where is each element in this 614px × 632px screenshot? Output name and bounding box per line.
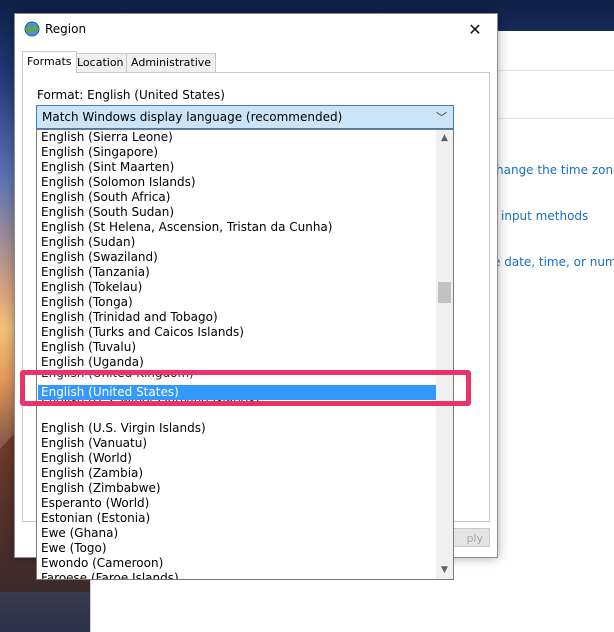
list-item[interactable]: English (Sierra Leone) xyxy=(38,130,436,145)
highlight-annotation xyxy=(20,370,471,406)
close-icon: ✕ xyxy=(468,19,482,39)
tab-formats[interactable]: Formats xyxy=(22,51,77,74)
scroll-up-icon[interactable]: ▲ xyxy=(436,130,453,147)
list-item[interactable]: English (Turks and Caicos Islands) xyxy=(38,325,436,340)
list-item[interactable]: English (Singapore) xyxy=(38,145,436,160)
date-time-number-link[interactable]: e date, time, or numbe xyxy=(493,255,614,269)
format-dropdown-list[interactable]: English (Sierra Leone) English (Singapore… xyxy=(36,129,454,580)
list-item[interactable]: English (Solomon Islands) xyxy=(38,175,436,190)
format-combobox-value: Match Windows display language (recommen… xyxy=(42,110,343,124)
list-item[interactable]: English (Swaziland) xyxy=(38,250,436,265)
input-methods-link[interactable]: input methods xyxy=(501,209,588,223)
list-item[interactable]: English (Trinidad and Tobago) xyxy=(38,310,436,325)
change-time-zone-link[interactable]: hange the time zone xyxy=(496,163,614,177)
tab-administrative[interactable]: Administrative xyxy=(126,53,217,73)
control-panel-divider xyxy=(498,70,614,71)
list-item[interactable]: English (Uganda) xyxy=(38,355,436,370)
close-button[interactable]: ✕ xyxy=(453,14,497,44)
list-item[interactable]: English (South Sudan) xyxy=(38,205,436,220)
list-item[interactable]: English (Tuvalu) xyxy=(38,340,436,355)
list-item[interactable]: English (Vanuatu) xyxy=(38,436,436,451)
list-item[interactable]: English (Sudan) xyxy=(38,235,436,250)
chevron-down-icon[interactable]: ﹀ xyxy=(436,109,447,125)
dialog-title: Region xyxy=(45,22,87,36)
list-item[interactable]: Ewe (Ghana) xyxy=(38,526,436,541)
list-item[interactable]: English (Tokelau) xyxy=(38,280,436,295)
format-label: Format: English (United States) xyxy=(37,88,225,102)
format-combobox[interactable]: Match Windows display language (recommen… xyxy=(36,105,454,129)
globe-icon xyxy=(24,21,40,37)
scroll-down-icon[interactable]: ▼ xyxy=(436,562,453,579)
title-bar[interactable]: Region ✕ xyxy=(15,14,497,45)
list-item[interactable]: Ewondo (Cameroon) xyxy=(38,556,436,571)
list-item[interactable]: English (Zambia) xyxy=(38,466,436,481)
control-panel-divider xyxy=(498,118,614,119)
list-item[interactable]: Esperanto (World) xyxy=(38,496,436,511)
list-item[interactable]: Ewe (Togo) xyxy=(38,541,436,556)
list-item[interactable]: English (World) xyxy=(38,451,436,466)
list-item[interactable]: English (South Africa) xyxy=(38,190,436,205)
list-item[interactable]: English (St Helena, Ascension, Tristan d… xyxy=(38,220,436,235)
list-item[interactable]: English (U.S. Virgin Islands) xyxy=(38,421,436,436)
scrollbar[interactable]: ▲ ▼ xyxy=(436,130,453,579)
list-item[interactable]: English (Zimbabwe) xyxy=(38,481,436,496)
list-item[interactable]: Faroese (Faroe Islands) xyxy=(38,571,436,579)
list-item[interactable]: Estonian (Estonia) xyxy=(38,511,436,526)
scrollbar-thumb[interactable] xyxy=(438,282,451,303)
list-item[interactable]: English (Tonga) xyxy=(38,295,436,310)
tab-location[interactable]: Location xyxy=(72,53,129,73)
list-item[interactable]: English (Tanzania) xyxy=(38,265,436,280)
list-item[interactable]: English (Sint Maarten) xyxy=(38,160,436,175)
